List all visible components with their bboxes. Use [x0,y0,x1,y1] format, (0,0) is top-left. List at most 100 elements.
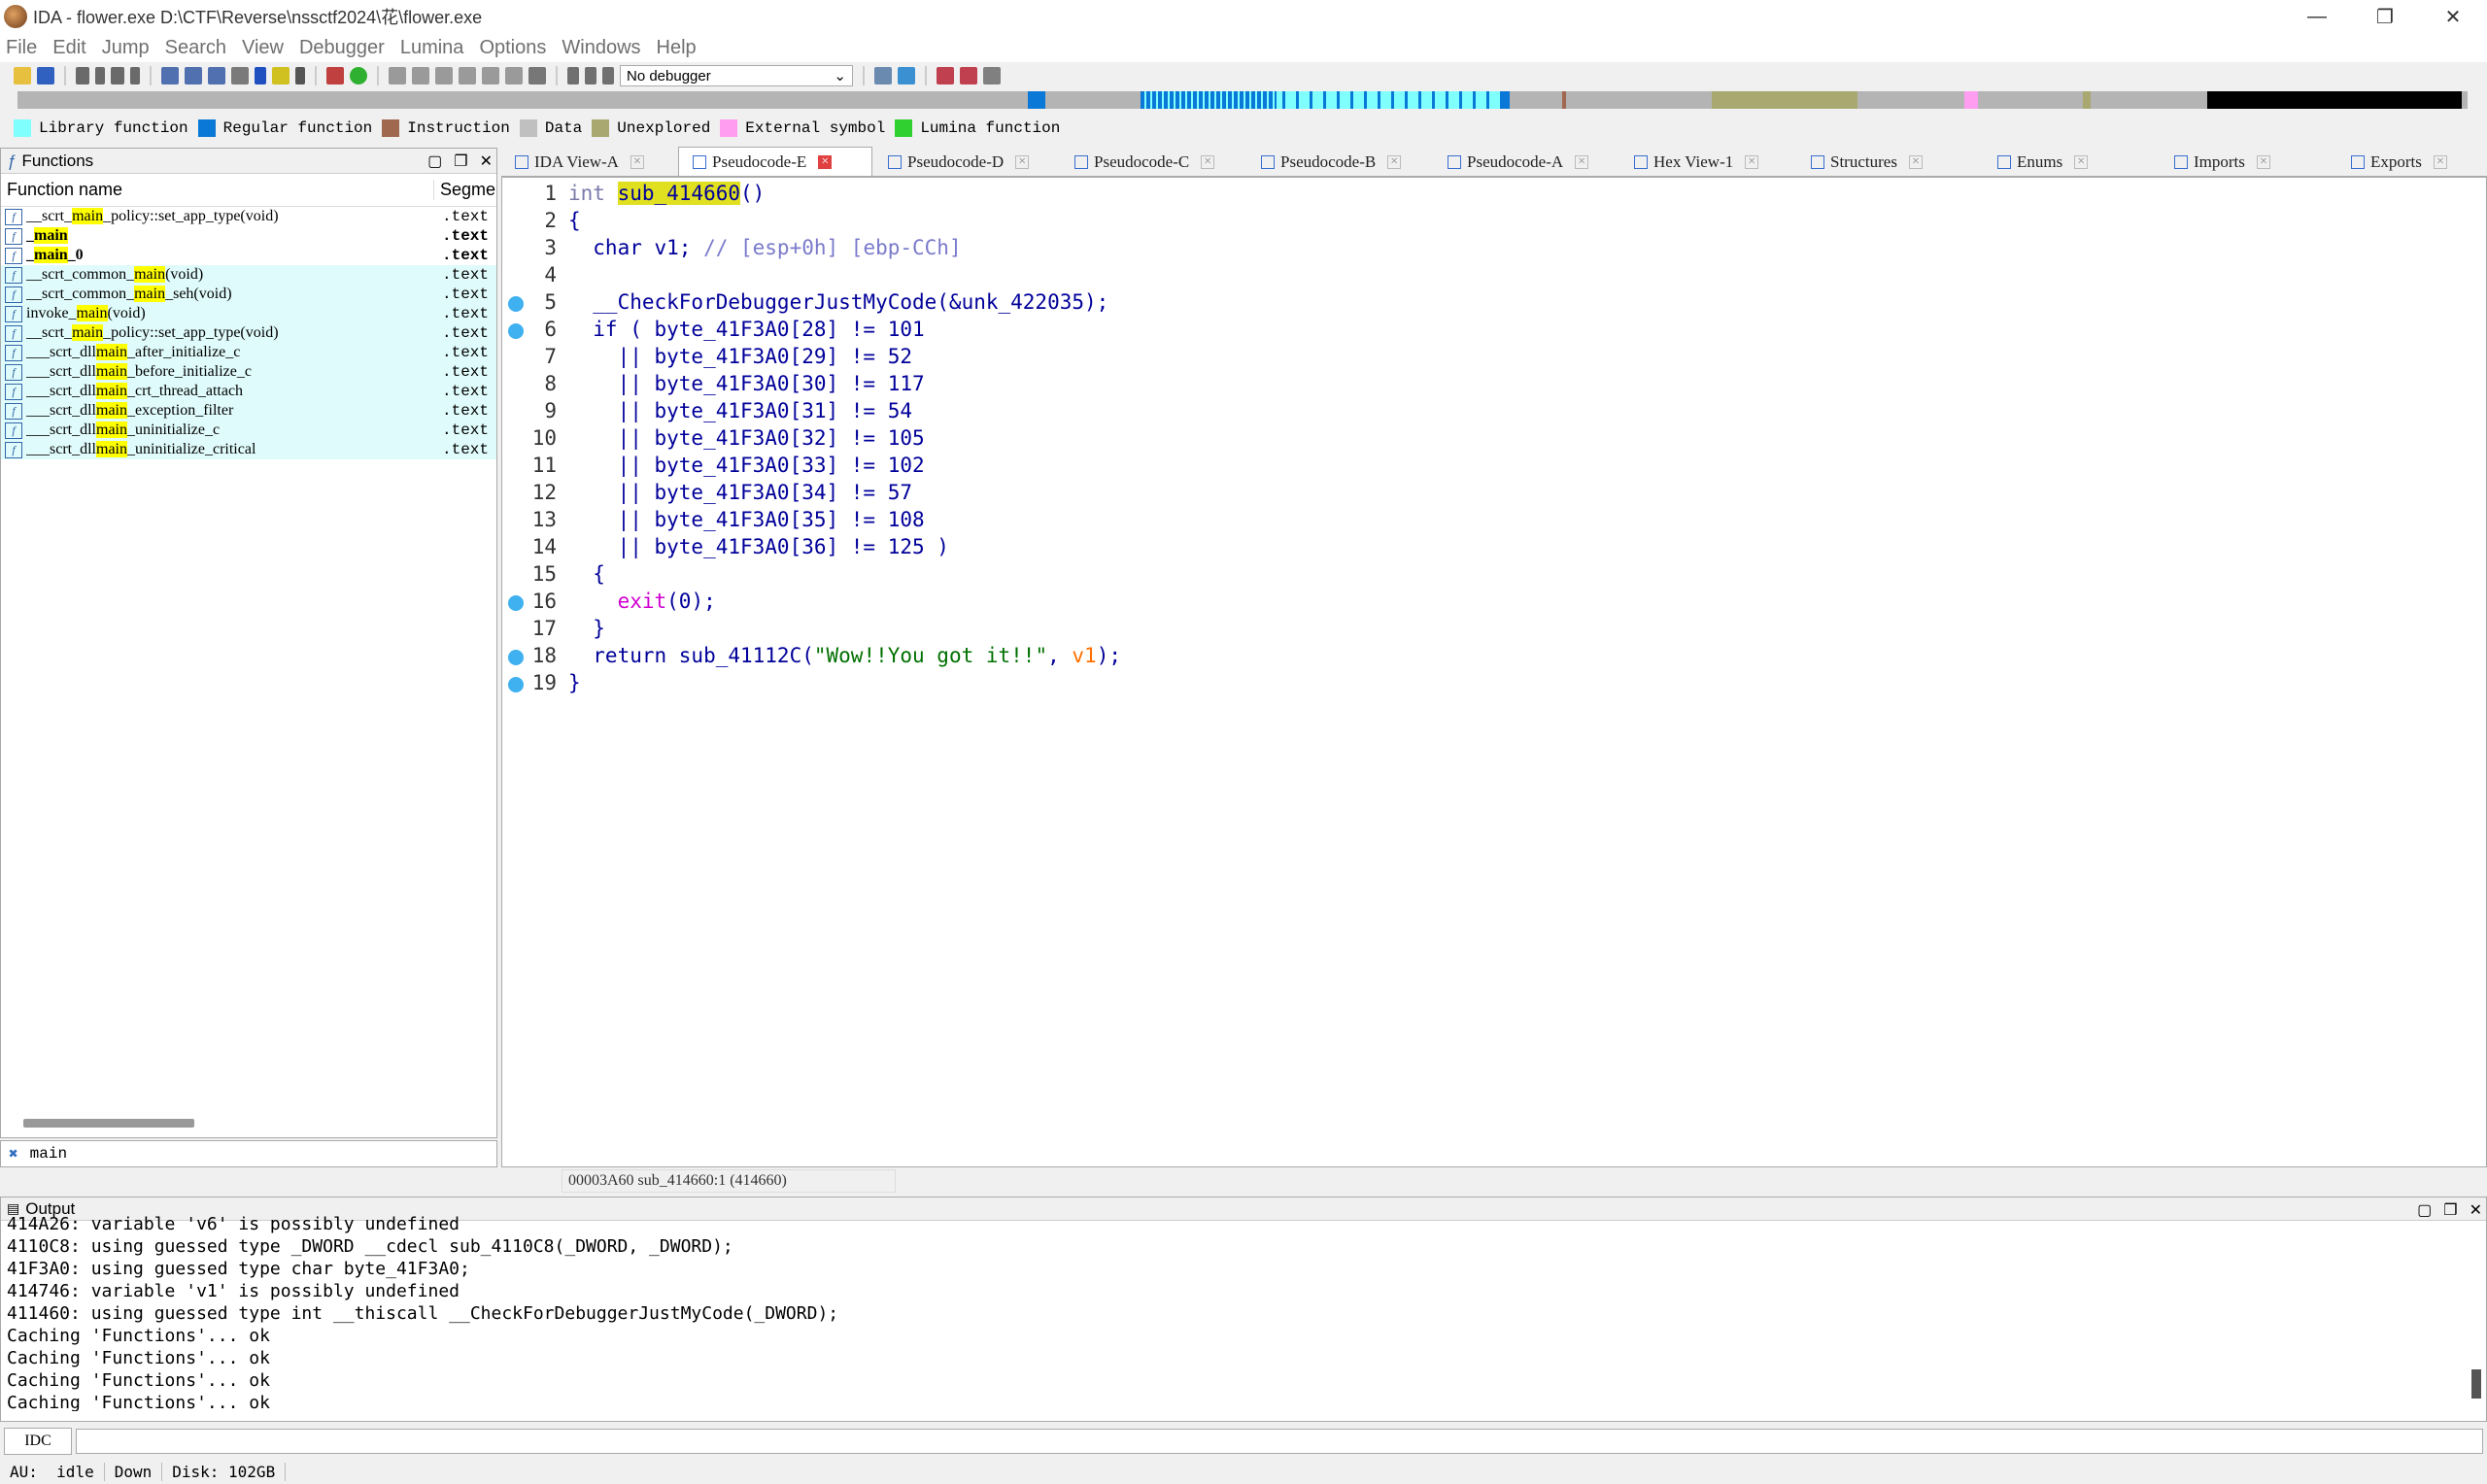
tab-imports[interactable]: Imports × [2161,149,2335,176]
hierarchy-icon[interactable] [231,67,249,84]
function-row[interactable]: f ___scrt_dllmain_crt_thread_attach .text [1,382,496,401]
minimize-button[interactable]: — [2283,0,2351,33]
add-breakpoint-icon[interactable] [960,67,977,84]
close-icon[interactable]: ✕ [2470,1200,2482,1220]
code-line[interactable]: 9 || byte_41F3A0[31] != 54 [502,397,2484,424]
debugger-select[interactable]: No debugger ⌄ [620,65,853,86]
command-input[interactable] [76,1429,2483,1454]
tab-close-icon[interactable]: × [1201,154,1215,169]
menu-options[interactable]: Options [479,37,546,59]
code-line[interactable]: 4 [502,261,2484,288]
code-line[interactable]: 15 { [502,560,2484,588]
tab-close-icon[interactable]: × [1745,154,1759,169]
menu-debugger[interactable]: Debugger [299,37,385,59]
tab-enums[interactable]: Enums × [1984,149,2159,176]
stop-icon[interactable] [602,67,614,84]
idc-language-button[interactable]: IDC [4,1428,72,1455]
graph-icon[interactable] [326,67,344,84]
close-icon[interactable]: ✕ [480,152,493,171]
function-row[interactable]: f __scrt_common_main_seh(void) .text [1,285,496,304]
navigation-band[interactable] [17,91,2468,109]
clear-filter-icon[interactable]: ✖ [9,1144,18,1164]
menu-windows[interactable]: Windows [562,37,640,59]
float-icon[interactable]: ❐ [454,152,467,171]
tab-close-icon[interactable]: × [1575,154,1589,169]
tab-close-icon[interactable]: × [2074,154,2089,169]
back-dropdown-icon[interactable] [95,67,105,84]
back-arrow-icon[interactable] [76,67,89,84]
code-line[interactable]: 11 || byte_41F3A0[33] != 102 [502,452,2484,479]
code-line[interactable]: 6 if ( byte_41F3A0[28] != 101 [502,316,2484,343]
tab-close-icon[interactable]: × [1387,154,1402,169]
tab-close-icon[interactable]: × [1015,154,1030,169]
tab-ida-view-a[interactable]: IDA View-A × [501,149,676,176]
code-line[interactable]: 3 char v1; // [esp+0h] [ebp-CCh] [502,234,2484,261]
function-row[interactable]: f ___scrt_dllmain_after_initialize_c .text [1,343,496,362]
menu-view[interactable]: View [242,37,284,59]
tab-pseudocode-b[interactable]: Pseudocode-B × [1247,149,1432,176]
code-line[interactable]: 8 || byte_41F3A0[30] != 117 [502,370,2484,397]
forward-dropdown-icon[interactable] [130,67,140,84]
trace-icon[interactable] [983,67,1001,84]
text-icon[interactable] [272,67,290,84]
search-text-icon[interactable] [161,67,179,84]
chart-icon-3[interactable] [435,67,453,84]
menu-help[interactable]: Help [657,37,697,59]
tab-close-icon[interactable]: × [2433,154,2447,169]
function-row[interactable]: f _main_0 .text [1,246,496,265]
open-icon[interactable] [14,67,31,84]
pause-icon[interactable] [585,67,596,84]
chart-icon-1[interactable] [389,67,406,84]
output-scrollbar-thumb[interactable] [2471,1369,2481,1399]
close-button[interactable]: ✕ [2419,0,2487,33]
function-row[interactable]: f __scrt_common_main(void) .text [1,265,496,285]
menu-jump[interactable]: Jump [102,37,150,59]
code-line[interactable]: 16 exit(0); [502,588,2484,615]
chart-icon-5[interactable] [482,67,499,84]
code-line[interactable]: 5 __CheckForDebuggerJustMyCode(&unk_4220… [502,288,2484,316]
function-row[interactable]: f invoke_main(void) .text [1,304,496,323]
menu-search[interactable]: Search [165,37,226,59]
cancel-icon[interactable] [528,67,546,84]
breakpoint-dot-icon[interactable] [508,595,524,611]
forward-arrow-icon[interactable] [111,67,124,84]
breakpoint-icon[interactable] [937,67,954,84]
column-segment[interactable]: Segme [434,180,495,200]
code-line[interactable]: 7 || byte_41F3A0[29] != 52 [502,343,2484,370]
code-line[interactable]: 17 } [502,615,2484,642]
pseudocode-view[interactable]: 1 int sub_414660() 2{3 char v1; // [esp+0h… [501,177,2487,1167]
attach-icon[interactable] [874,67,892,84]
functions-filter[interactable]: ✖ main [0,1140,497,1167]
breakpoint-dot-icon[interactable] [508,296,524,312]
green-circle-icon[interactable] [350,67,367,84]
code-line[interactable]: 12 || byte_41F3A0[34] != 57 [502,479,2484,506]
tab-close-icon[interactable]: × [2256,154,2270,169]
tab-close-icon[interactable]: × [1908,154,1923,169]
menu-edit[interactable]: Edit [52,37,85,59]
tab-pseudocode-e[interactable]: Pseudocode-E × [678,147,872,176]
refresh-icon[interactable] [898,67,915,84]
search-binary-icon[interactable] [185,67,202,84]
code-line[interactable]: 18 return sub_41112C("Wow!!You got it!!"… [502,642,2484,669]
function-row[interactable]: f __scrt_main_policy::set_app_type(void).… [1,207,496,226]
output-log[interactable]: 414A26: variable 'v6' is possibly undefi… [7,1213,2455,1411]
restore-button[interactable]: ❐ [2351,0,2419,33]
code-line[interactable]: 13 || byte_41F3A0[35] != 108 [502,506,2484,533]
chart-icon-6[interactable] [505,67,523,84]
down-arrow-icon[interactable] [255,67,266,84]
menu-file[interactable]: File [6,37,37,59]
tab-pseudocode-d[interactable]: Pseudocode-D × [874,149,1059,176]
code-line[interactable]: 1 int sub_414660() [502,180,2484,207]
function-row[interactable]: f ___scrt_dllmain_uninitialize_critical .t… [1,440,496,459]
breakpoint-dot-icon[interactable] [508,323,524,339]
dropdown-icon[interactable] [295,67,305,84]
menu-lumina[interactable]: Lumina [400,37,464,59]
code-line[interactable]: 2{ [502,207,2484,234]
functions-horizontal-scrollbar[interactable] [23,1119,194,1128]
tab-pseudocode-a[interactable]: Pseudocode-A × [1434,149,1618,176]
code-line[interactable]: 14 || byte_41F3A0[36] != 125 ) [502,533,2484,560]
chart-icon-2[interactable] [412,67,429,84]
code-line[interactable]: 10 || byte_41F3A0[32] != 105 [502,424,2484,452]
play-icon[interactable] [567,67,579,84]
tab-pseudocode-c[interactable]: Pseudocode-C × [1061,149,1245,176]
